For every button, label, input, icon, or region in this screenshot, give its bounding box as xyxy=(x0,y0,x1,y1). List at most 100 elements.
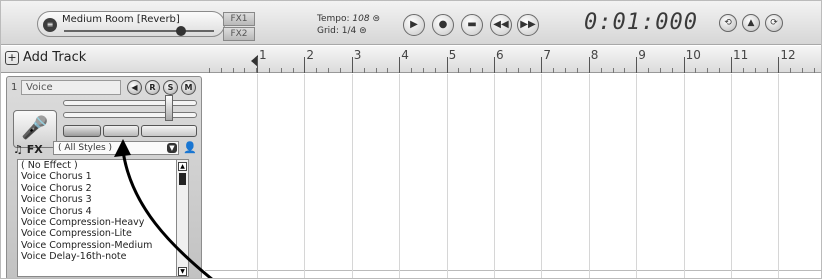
ruler-tick xyxy=(624,68,626,73)
timeline-ruler[interactable]: 1 2 3 4 5 6 7 8 9 10 11 12 xyxy=(205,46,821,73)
grid-bar-line xyxy=(446,74,448,278)
fast-forward-icon: ▶▶ xyxy=(520,19,536,30)
ruler-tick xyxy=(802,68,804,73)
metronome-button[interactable]: ▲ xyxy=(742,14,760,32)
scroll-up-icon[interactable]: ▲ xyxy=(178,162,187,171)
effect-list-item[interactable]: Voice Delay-16th-note xyxy=(18,251,188,262)
fx1-button[interactable]: FX1 xyxy=(223,12,255,26)
grid-value[interactable]: 1/4 xyxy=(342,26,356,36)
track-solo-button[interactable]: S xyxy=(163,80,178,95)
pan-slider[interactable] xyxy=(63,112,197,118)
track-panel: 1 Voice ◀ R S M 🎤 ♫ FX ( All Styles ) ▼ … xyxy=(6,76,202,278)
ruler-bar-line xyxy=(541,57,543,73)
tempo-value[interactable]: 108 xyxy=(352,14,369,24)
grid-bar-line xyxy=(351,74,353,278)
stop-button[interactable]: ▬ xyxy=(461,14,483,36)
track-play-toggle[interactable] xyxy=(103,125,139,137)
sync-button[interactable]: ⟳ xyxy=(765,14,783,32)
loop-icon: ⟲ xyxy=(724,18,732,28)
rewind-icon: ◀◀ xyxy=(493,19,509,30)
effects-icon: ♫ xyxy=(13,143,23,156)
ruler-tick xyxy=(813,68,815,73)
person-icon[interactable]: 👤 xyxy=(183,141,197,154)
ruler-bar-line xyxy=(588,57,590,73)
effect-list-item[interactable]: ( No Effect ) xyxy=(18,160,188,171)
ruler-bar-number: 6 xyxy=(496,48,504,62)
master-effect-preset[interactable]: ≡ Medium Room [Reverb] xyxy=(37,11,225,37)
track-record-button[interactable]: R xyxy=(145,80,160,95)
track-name-field[interactable]: Voice xyxy=(21,80,121,95)
volume-slider[interactable] xyxy=(63,100,197,106)
volume-slider-knob[interactable] xyxy=(165,95,173,121)
effects-list[interactable]: ( No Effect ) Voice Chorus 1 Voice Chorus … xyxy=(17,159,189,277)
ruler-bar-line xyxy=(494,57,495,73)
track-input-button[interactable]: ◀ xyxy=(127,80,142,95)
track-mute-button[interactable]: M xyxy=(181,80,196,95)
tempo-stepper-icon[interactable]: ⊜ xyxy=(372,14,380,24)
add-track-button[interactable]: + Add Track xyxy=(5,50,86,68)
effect-list-item[interactable]: Voice Compression-Heavy xyxy=(18,217,188,228)
fx2-button[interactable]: FX2 xyxy=(223,27,255,41)
grid-bar-line xyxy=(399,74,401,278)
add-track-label: Add Track xyxy=(23,50,87,65)
record-icon: ● xyxy=(438,19,448,30)
loop-button[interactable]: ⟲ xyxy=(719,14,737,32)
menu-icon[interactable]: ≡ xyxy=(43,18,57,32)
scroll-down-icon[interactable]: ▼ xyxy=(178,267,187,276)
ruler-tick xyxy=(671,68,673,73)
ruler-tick xyxy=(707,68,709,73)
preset-slider-knob[interactable] xyxy=(176,26,186,36)
metronome-icon: ▲ xyxy=(747,18,755,28)
effect-list-item[interactable]: Voice Compression-Medium xyxy=(18,240,188,251)
track-divider xyxy=(205,270,821,271)
ruler-tick xyxy=(292,68,294,73)
ruler-bar-line xyxy=(683,57,685,73)
ruler-tick xyxy=(434,68,436,73)
ruler-bar-number: 10 xyxy=(685,48,701,62)
tempo-label: Tempo: xyxy=(317,14,350,24)
play-icon: ▶ xyxy=(410,19,418,30)
ruler-bar-number: 12 xyxy=(780,48,796,62)
effect-list-item[interactable]: Voice Compression-Lite xyxy=(18,228,188,239)
record-button[interactable]: ● xyxy=(432,14,454,36)
ruler-tick xyxy=(209,68,210,73)
timeline-grid[interactable] xyxy=(205,74,821,278)
ruler-tick xyxy=(470,68,472,73)
ruler-tick xyxy=(576,68,578,73)
style-filter-dropdown[interactable]: ( All Styles ) ▼ xyxy=(53,141,179,155)
ruler-bar-line xyxy=(351,57,353,73)
play-button[interactable]: ▶ xyxy=(403,14,425,36)
grid-bar-line xyxy=(588,74,590,278)
ruler-bar-number: 11 xyxy=(733,48,749,62)
track-output-toggle[interactable] xyxy=(141,125,197,137)
plus-icon: + xyxy=(5,50,19,65)
ruler-tick xyxy=(482,68,484,73)
effect-list-item[interactable]: Voice Chorus 2 xyxy=(18,183,188,194)
style-filter-value: ( All Styles ) xyxy=(58,143,113,153)
fast-forward-button[interactable]: ▶▶ xyxy=(517,14,539,36)
ruler-tick xyxy=(387,68,389,73)
grid-dropdown-icon[interactable]: ⊜ xyxy=(359,26,367,36)
effect-list-item[interactable]: Voice Chorus 1 xyxy=(18,171,188,182)
ruler-tick xyxy=(790,68,792,73)
ruler-bar-number: 5 xyxy=(448,48,457,62)
effect-list-item[interactable]: Voice Chorus 3 xyxy=(18,194,188,205)
ruler-tick xyxy=(600,68,602,73)
ruler-tick xyxy=(375,68,377,73)
stop-icon: ▬ xyxy=(467,19,477,30)
effects-scrollbar[interactable]: ▲ ▼ xyxy=(176,160,188,276)
chevron-down-icon[interactable]: ▼ xyxy=(167,143,177,153)
ruler-tick xyxy=(328,68,330,73)
input-level-meter xyxy=(63,125,101,137)
ruler-bar-number: 3 xyxy=(353,48,362,62)
ruler-tick xyxy=(553,68,555,73)
rewind-button[interactable]: ◀◀ xyxy=(490,14,512,36)
ruler-tick xyxy=(411,68,413,73)
scroll-thumb[interactable] xyxy=(179,173,186,185)
ruler-tick xyxy=(565,68,567,73)
ruler-bar-number: 2 xyxy=(306,48,315,62)
ruler-tick xyxy=(268,68,270,73)
effect-list-item[interactable]: Voice Chorus 4 xyxy=(18,206,188,217)
ruler-tick xyxy=(232,68,234,73)
preset-slider-track[interactable] xyxy=(64,30,214,32)
